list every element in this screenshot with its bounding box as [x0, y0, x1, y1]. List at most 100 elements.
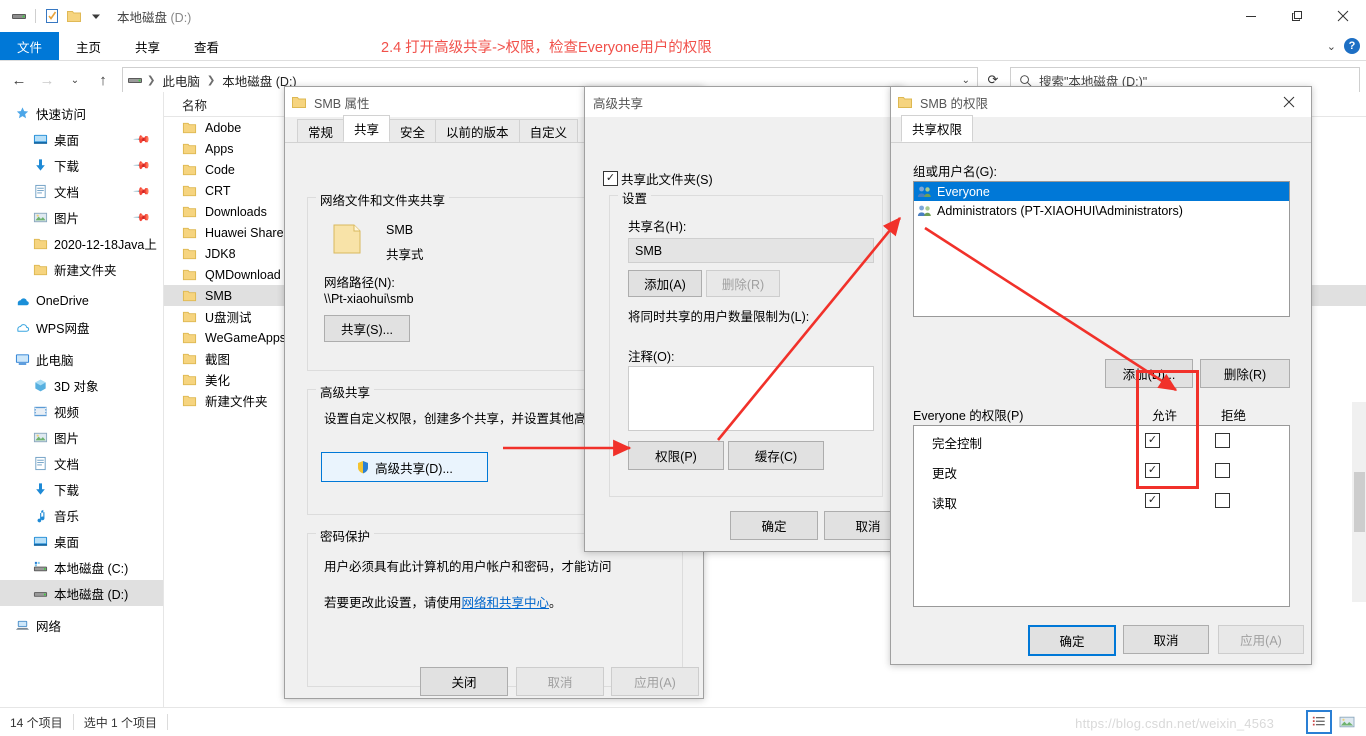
- sidebar-item-pictures-pc[interactable]: 图片: [0, 424, 163, 450]
- details-view-icon[interactable]: [1306, 710, 1332, 734]
- advanced-sharing-button[interactable]: 高级共享(D)...: [321, 452, 488, 482]
- network-sharing-center-link[interactable]: 网络和共享中心: [462, 596, 550, 610]
- file-row-label: Downloads: [205, 204, 267, 219]
- tab-sharing[interactable]: 共享: [343, 115, 391, 142]
- recent-locations-chevron-icon[interactable]: ⌄: [62, 67, 88, 93]
- window-title-suffix: (D:): [170, 10, 192, 25]
- minimize-button[interactable]: [1228, 0, 1274, 32]
- share-button[interactable]: 共享(S)...: [324, 315, 410, 342]
- address-history-chevron-icon[interactable]: ⌄: [962, 75, 973, 86]
- tab-previous-versions-label: 以前的版本: [446, 125, 509, 140]
- tab-previous-versions[interactable]: 以前的版本: [435, 119, 520, 142]
- up-button[interactable]: ↑: [90, 67, 116, 93]
- sidebar-item-local-disk-c[interactable]: 本地磁盘 (C:): [0, 554, 163, 580]
- share-this-folder-checkbox[interactable]: ✓: [603, 171, 618, 186]
- pictures-icon: [32, 209, 48, 225]
- advanced-sharing-title: 高级共享: [593, 96, 644, 111]
- ribbon-tab-file[interactable]: 文件: [0, 32, 60, 60]
- file-row-label: Huawei Share: [205, 225, 284, 240]
- sidebar-item-new-folder[interactable]: 新建文件夹: [0, 256, 163, 282]
- file-row-label: 美化: [205, 374, 231, 388]
- videos-icon: [32, 403, 48, 419]
- tab-general[interactable]: 常规: [297, 119, 345, 142]
- sidebar-item-label: 文档: [54, 457, 80, 472]
- sidebar-item-local-disk-d[interactable]: 本地磁盘 (D:): [0, 580, 163, 606]
- add-share-button[interactable]: 添加(A): [628, 270, 702, 297]
- help-icon[interactable]: ?: [1344, 38, 1360, 54]
- deny-checkbox[interactable]: [1215, 433, 1230, 448]
- ok-button[interactable]: 确定: [730, 511, 818, 540]
- document-icon: [32, 183, 48, 199]
- ok-button[interactable]: 确定: [1028, 625, 1116, 656]
- tab-customize[interactable]: 自定义: [518, 119, 579, 142]
- maximize-button[interactable]: [1274, 0, 1320, 32]
- properties-icon[interactable]: [41, 5, 63, 27]
- pin-icon[interactable]: 📌: [133, 156, 152, 174]
- password-protection-line2: 若要更改此设置，请使用网络和共享中心。: [324, 592, 562, 611]
- sidebar-item-documents[interactable]: 文档 📌: [0, 178, 163, 204]
- permissions-rows-container: 完全控制 ✓ 更改 ✓ 读取 ✓: [914, 426, 1289, 606]
- ribbon-collapse-chevron-icon[interactable]: ⌄: [1327, 40, 1336, 53]
- sidebar-item-downloads-pc[interactable]: 下载: [0, 476, 163, 502]
- back-button[interactable]: ←: [6, 67, 32, 93]
- close-button[interactable]: [1320, 0, 1366, 32]
- folder-icon: [182, 141, 198, 157]
- sidebar-item-onedrive[interactable]: OneDrive: [0, 288, 163, 314]
- onedrive-icon: [14, 293, 30, 309]
- window-controls: [1228, 0, 1366, 32]
- sidebar-item-3d-objects[interactable]: 3D 对象: [0, 372, 163, 398]
- comment-input[interactable]: [628, 366, 874, 431]
- sidebar-item-this-pc[interactable]: 此电脑: [0, 346, 163, 372]
- deny-checkbox[interactable]: [1215, 463, 1230, 478]
- file-list-scrollbar-thumb[interactable]: [1354, 472, 1365, 532]
- permission-name: 读取: [932, 497, 958, 511]
- tab-security[interactable]: 安全: [389, 119, 437, 142]
- sidebar-item-videos[interactable]: 视频: [0, 398, 163, 424]
- list-item[interactable]: Administrators (PT-XIAOHUI\Administrator…: [914, 201, 1289, 220]
- pictures-icon: [32, 429, 48, 445]
- tab-share-permissions[interactable]: 共享权限: [901, 115, 974, 142]
- toolbar-divider: [35, 9, 36, 23]
- deny-checkbox[interactable]: [1215, 493, 1230, 508]
- ribbon-tab-home[interactable]: 主页: [59, 32, 118, 60]
- deny-column-header: 拒绝: [1221, 409, 1247, 423]
- file-row-label: JDK8: [205, 246, 236, 261]
- sidebar-item-desktop-pc[interactable]: 桌面: [0, 528, 163, 554]
- permissions-button[interactable]: 权限(P): [628, 441, 724, 470]
- close-icon[interactable]: [1267, 87, 1311, 117]
- sidebar-item-documents-pc[interactable]: 文档: [0, 450, 163, 476]
- principals-listbox[interactable]: Everyone Administrators (PT-XIAOHUI\Admi…: [913, 181, 1290, 317]
- sidebar-item-quick-access[interactable]: 快速访问: [0, 100, 163, 126]
- status-item-count: 14 个项目: [10, 715, 63, 730]
- permissions-listbox[interactable]: 完全控制 ✓ 更改 ✓ 读取 ✓: [913, 425, 1290, 607]
- sidebar-item-pictures[interactable]: 图片 📌: [0, 204, 163, 230]
- sidebar-item-desktop[interactable]: 桌面 📌: [0, 126, 163, 152]
- allow-column-highlight-box: [1136, 370, 1199, 489]
- pin-icon[interactable]: 📌: [133, 130, 152, 148]
- breadcrumb-this-pc[interactable]: 此电脑: [159, 71, 203, 90]
- sidebar-item-wps-cloud[interactable]: WPS网盘: [0, 314, 163, 340]
- list-item[interactable]: Everyone: [914, 182, 1289, 201]
- caching-button[interactable]: 缓存(C): [728, 441, 824, 470]
- sidebar-item-network[interactable]: 网络: [0, 612, 163, 638]
- sidebar-item-java-folder[interactable]: 2020-12-18Java上: [0, 230, 163, 256]
- new-folder-icon[interactable]: [63, 5, 85, 27]
- share-name-input[interactable]: SMB: [628, 238, 874, 263]
- sidebar-item-label: 本地磁盘 (C:): [54, 561, 129, 576]
- ribbon-tab-share[interactable]: 共享: [118, 32, 177, 60]
- remove-principal-button[interactable]: 删除(R): [1200, 359, 1290, 388]
- drive-icon: [32, 585, 48, 601]
- drive-icon[interactable]: [8, 5, 30, 27]
- cancel-button[interactable]: 取消: [1123, 625, 1209, 654]
- sidebar-item-music[interactable]: 音乐: [0, 502, 163, 528]
- customize-chevron-icon[interactable]: [85, 5, 107, 27]
- close-button[interactable]: 关闭: [420, 667, 508, 696]
- window-titlebar: 本地磁盘 (D:): [0, 0, 1366, 32]
- ribbon-tab-view[interactable]: 查看: [177, 32, 236, 60]
- file-row-label: 截图: [205, 353, 231, 367]
- sidebar-item-downloads[interactable]: 下载 📌: [0, 152, 163, 178]
- allow-checkbox[interactable]: ✓: [1145, 493, 1160, 508]
- large-icons-view-icon[interactable]: [1336, 712, 1358, 732]
- pin-icon[interactable]: 📌: [133, 208, 152, 226]
- pin-icon[interactable]: 📌: [133, 182, 152, 200]
